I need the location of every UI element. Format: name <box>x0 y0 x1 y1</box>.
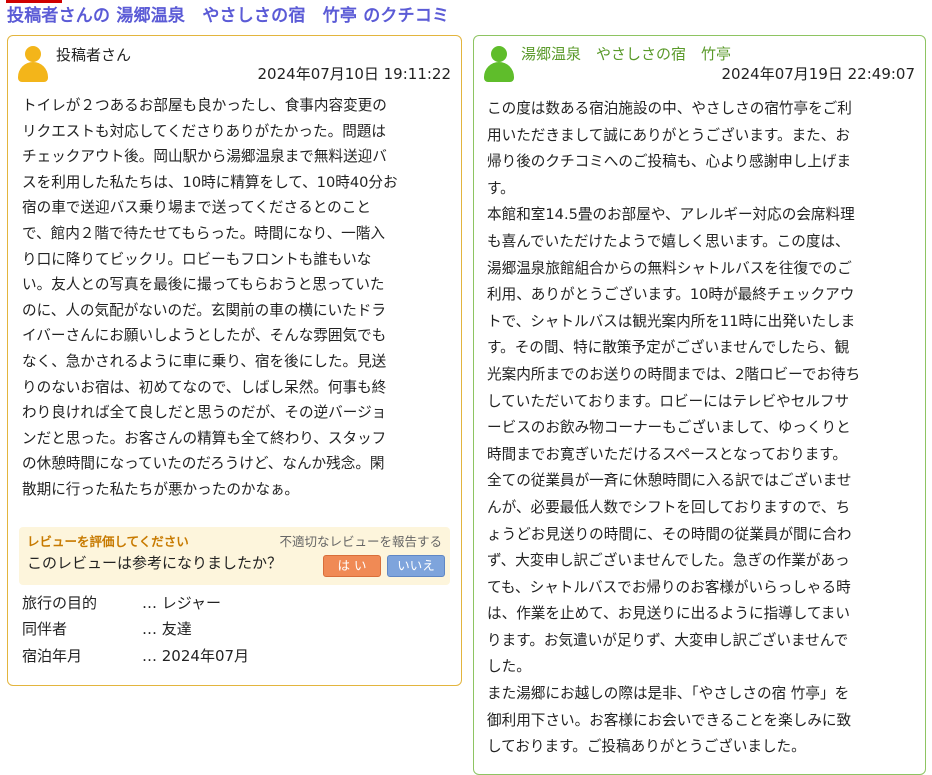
body-line: なく、急かされるように車に乗り、宿を後にした。見送 <box>22 352 387 370</box>
body-line: 宿の車で送迎バス乗り場まで送ってくださるとのこと <box>22 199 371 217</box>
meta-label: 旅行の目的 <box>22 594 98 612</box>
body-line: ず、大変申し訳ございませんでした。急ぎの作業があっ <box>487 552 850 570</box>
body-line: んが、必要最低人数でシフトを回しておりますので、ち <box>487 498 851 516</box>
report-review-link[interactable]: 不適切なレビューを報告する <box>279 531 442 550</box>
meta-label: 宿泊年月 <box>22 647 83 665</box>
body-line: 本館和室14.5畳のお部屋や、アレルギー対応の会席料理 <box>487 206 855 224</box>
response-author: 湯郷温泉 やさしさの宿 竹亭 <box>521 45 732 63</box>
body-line: トで、シャトルバスは観光案内所を11時に出発いたしま <box>487 312 856 330</box>
body-line: す。その間、特に散策予定がございませんでしたら、観 <box>487 339 850 357</box>
body-line: 全ての従業員が一斉に休憩時間に入る訳ではございませ <box>487 472 852 490</box>
meta-value: … レジャー <box>142 594 222 612</box>
meta-value: … 2024年07月 <box>142 647 250 665</box>
body-line: い。友人との写真を最後に撮ってもらおうと思っていた <box>22 276 385 294</box>
body-line: イバーさんにお願いしようとしたが、そんな雰囲気でも <box>22 327 387 345</box>
body-line: わり良ければ全て良しだと思うのだが、その逆バージョ <box>22 404 387 422</box>
page-title: 投稿者さんの 湯郷温泉 やさしさの宿 竹亭 のクチコミ <box>7 6 450 26</box>
body-line: ービスのお飲み物コーナーもございまして、ゆっくりと <box>487 419 851 437</box>
body-line: のに、人の気配がないのだ。玄関前の車の横にいたドラ <box>22 301 386 319</box>
body-line: 用いただきまして誠にありがとうございます。また、お <box>487 126 850 144</box>
body-line: ります。お気遣いが足りず、大変申し訳ございませんで <box>487 631 849 649</box>
review-vote-box: レビューを評価してください 不適切なレビューを報告する このレビューは参考になり… <box>19 527 450 585</box>
body-line: しております。ご投稿ありがとうございました。 <box>487 738 806 756</box>
body-line: この度は数ある宿泊施設の中、やさしさの宿竹亭をご利 <box>487 100 852 117</box>
body-line: チェックアウト後。岡山駅から湯郷温泉まで無料送迎バ <box>22 148 387 166</box>
body-line: 帰り後のクチコミへのご投稿も、心より感謝申し上げま <box>487 153 852 171</box>
body-line: スを利用した私たちは、10時に精算をして、10時40分お <box>22 173 398 191</box>
body-line: りのないお宿は、初めてなので、しばし呆然。何事も終 <box>22 378 387 396</box>
body-line: の休憩時間になっていたのだろうけど、なんか残念。閑 <box>22 455 385 473</box>
body-line: 利用、ありがとうございます。10時が最終チェックアウ <box>487 286 855 304</box>
vote-question: このレビューは参考になりましたか？ <box>27 554 283 572</box>
response-body: この度は数ある宿泊施設の中、やさしさの宿竹亭をご利 用いただきまして誠にありがとう… <box>487 96 917 761</box>
body-line: す。 <box>487 179 515 197</box>
body-line: も喜んでいただけたようで嬉しく思います。この度は、 <box>487 232 850 250</box>
body-line: は、作業を止めて、お見送りに出るように指導してまい <box>487 605 850 623</box>
body-line: ンだと思った。お客さんの精算も全て終わり、スタッフ <box>22 429 387 447</box>
body-line: 散期に行った私たちが悪かったのかなぁ。 <box>22 480 299 498</box>
body-line: また湯郷にお越しの際は是非、「やさしさの宿 竹亭」を <box>487 685 850 703</box>
review-datetime: 2024年07月10日 19:11:22 <box>257 65 451 83</box>
body-line: した。 <box>487 658 531 676</box>
vote-yes-button[interactable]: は い <box>323 555 381 577</box>
body-line: トイレが２つあるお部屋も良かったし、食事内容変更の <box>22 97 387 114</box>
body-line: 光案内所までのお送りの時間までは、2階ロビーでお待ち <box>487 365 861 383</box>
meta-label: 同伴者 <box>22 620 68 638</box>
review-body: トイレが２つあるお部屋も良かったし、食事内容変更の リクエストも対応してくださりあ… <box>22 93 452 503</box>
vote-heading: レビューを評価してください <box>27 534 189 549</box>
review-author: 投稿者さん <box>56 46 132 64</box>
vote-no-button[interactable]: いいえ <box>387 555 445 577</box>
body-line: リクエストも対応してくださりありがたかった。問題は <box>22 122 386 140</box>
body-line: 湯郷温泉旅館組合からの無料シャトルバスを往復でのご <box>487 259 852 277</box>
body-line: 御利用下さい。お客様にお会いできることを楽しみに致 <box>487 711 852 729</box>
body-line: ても、シャトルバスでお帰りのお客様がいらっしゃる時 <box>487 578 851 596</box>
review-card: 投稿者さん 2024年07月10日 19:11:22 トイレが２つあるお部屋も良… <box>7 35 462 686</box>
body-line: ょうどお見送りの時間に、その時間の従業員が間に合わ <box>487 525 852 543</box>
body-line: していただいております。ロビーにはテレビやセルフサ <box>487 392 850 410</box>
body-line: 時間までお寛ぎいただけるスペースとなっております。 <box>487 445 848 463</box>
person-green-icon <box>483 44 515 84</box>
person-orange-icon <box>17 44 49 84</box>
meta-value: … 友達 <box>142 620 192 638</box>
response-card: 湯郷温泉 やさしさの宿 竹亭 2024年07月19日 22:49:07 この度は… <box>473 35 926 775</box>
body-line: で、館内２階で待たせてもらった。時間になり、一階入 <box>22 224 385 242</box>
response-datetime: 2024年07月19日 22:49:07 <box>721 65 915 83</box>
body-line: り口に降りてビックリ。ロビーもフロントも誰もいな <box>22 250 372 268</box>
